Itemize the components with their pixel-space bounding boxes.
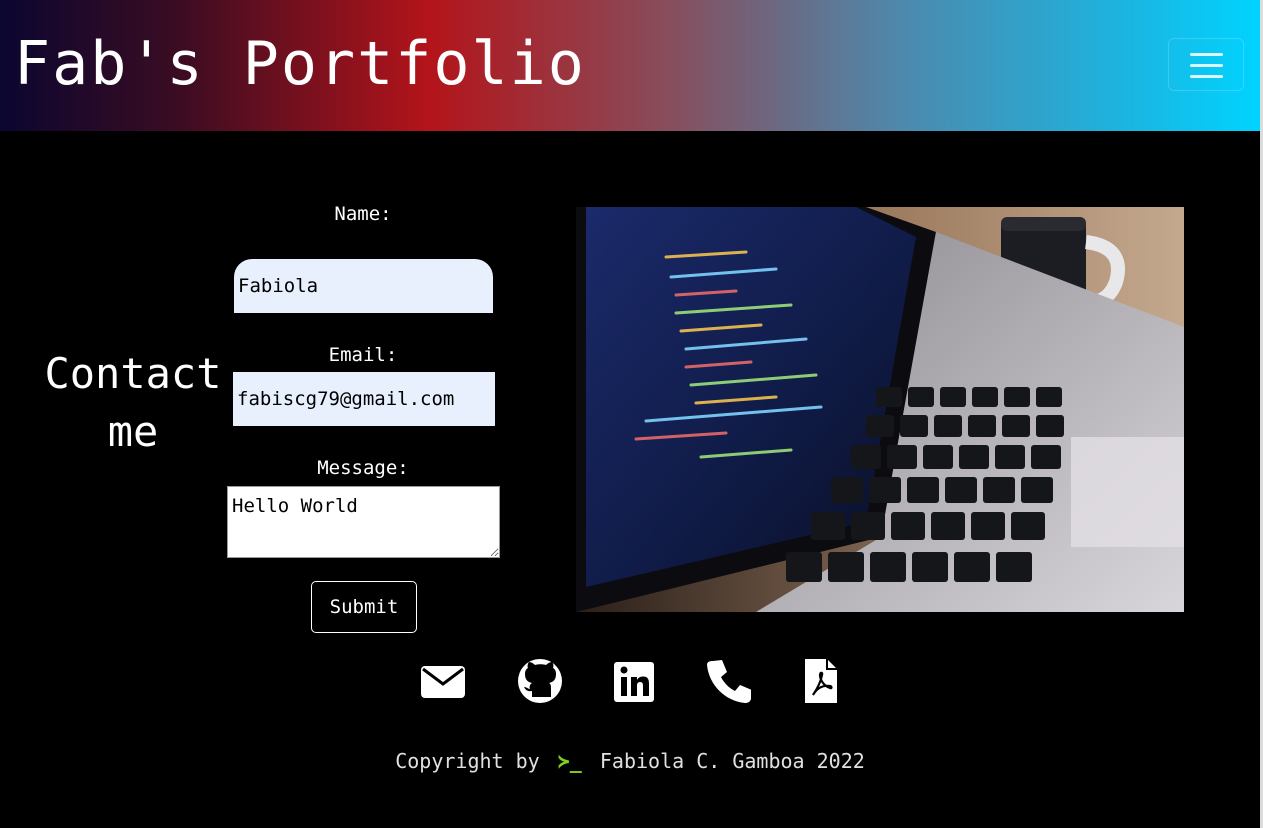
pdf-file-icon[interactable]: [801, 657, 841, 707]
hamburger-menu-icon-bar: [1190, 64, 1223, 67]
contact-heading: Contact me: [28, 345, 238, 461]
submit-button[interactable]: Submit: [311, 581, 417, 633]
message-textarea[interactable]: Hello World: [227, 486, 500, 558]
footer-author: Fabiola C. Gamboa 2022: [599, 749, 865, 773]
footer-prefix: Copyright by: [395, 749, 540, 773]
terminal-prompt-icon: ≻_: [557, 749, 582, 773]
email-label: Email:: [328, 344, 398, 366]
hamburger-menu-icon: [1190, 53, 1223, 56]
contact-heading-line: Contact: [44, 349, 222, 398]
name-label: Name:: [334, 203, 392, 225]
navbar: Fab's Portfolio: [0, 0, 1260, 131]
laptop-code-photo: [576, 207, 1184, 612]
phone-icon[interactable]: [705, 657, 751, 707]
envelope-icon[interactable]: [420, 657, 466, 707]
name-input[interactable]: [234, 259, 493, 313]
hamburger-menu-icon-bar: [1190, 75, 1223, 78]
message-label: Message:: [317, 457, 409, 479]
github-icon[interactable]: [517, 657, 563, 707]
laptop-illustration: [576, 207, 1184, 612]
email-input[interactable]: [233, 372, 495, 426]
linkedin-icon[interactable]: [612, 657, 656, 707]
footer: Copyright by ≻_ Fabiola C. Gamboa 2022: [0, 749, 1260, 773]
contact-heading-line: me: [107, 407, 159, 456]
menu-toggle-button[interactable]: [1168, 38, 1244, 91]
brand-title[interactable]: Fab's Portfolio: [14, 28, 586, 100]
